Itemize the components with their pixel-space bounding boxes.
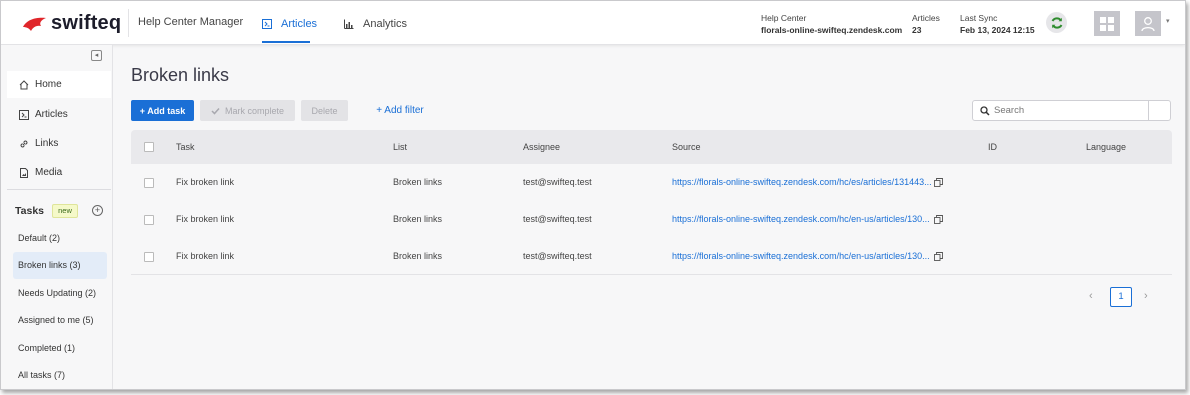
articles-count-label: Articles: [912, 13, 940, 23]
sync-icon: [1051, 16, 1062, 29]
column-header-language[interactable]: Language: [1086, 130, 1126, 164]
add-filter-button[interactable]: + Add filter: [370, 100, 430, 121]
grid-icon: [1100, 16, 1114, 31]
caret-down-icon[interactable]: ▾: [1166, 17, 1170, 25]
sidebar-item-label: Links: [35, 138, 59, 149]
sidebar-item-articles[interactable]: Articles: [7, 101, 111, 128]
cell-source-link[interactable]: https://florals-online-swifteq.zendesk.c…: [672, 201, 930, 238]
sidebar-item-media[interactable]: Media: [7, 159, 111, 186]
copy-icon[interactable]: [934, 252, 943, 261]
task-list-completed[interactable]: Completed (1): [13, 335, 107, 362]
brand-name: swifteq: [51, 12, 122, 34]
column-header-list[interactable]: List: [393, 130, 407, 164]
cell-source-link[interactable]: https://florals-online-swifteq.zendesk.c…: [672, 164, 932, 201]
user-menu-button[interactable]: [1135, 11, 1161, 36]
column-header-assignee[interactable]: Assignee: [523, 130, 560, 164]
task-list-all-tasks[interactable]: All tasks (7): [13, 362, 107, 389]
cell-task: Fix broken link: [176, 177, 235, 187]
last-sync-info: Last Sync Feb 13, 2024 12:15: [960, 12, 1035, 36]
bar-chart-icon: [344, 19, 354, 29]
last-sync-label: Last Sync: [960, 13, 998, 23]
cell-assignee: test@swifteq.test: [523, 214, 592, 224]
last-sync-value: Feb 13, 2024 12:15: [960, 25, 1035, 35]
task-list-default[interactable]: Default (2): [13, 225, 107, 252]
row-checkbox[interactable]: [144, 215, 154, 225]
sidebar-divider: [7, 189, 111, 190]
check-icon: [211, 107, 220, 115]
cell-assignee: test@swifteq.test: [523, 177, 592, 187]
link-icon: [20, 140, 28, 147]
tab-analytics-label: Analytics: [363, 18, 408, 30]
cell-list: Broken links: [393, 251, 443, 261]
copy-icon[interactable]: [934, 178, 943, 187]
article-icon: [19, 109, 29, 120]
sidebar-item-label: Home: [35, 79, 62, 90]
home-icon: [19, 79, 29, 89]
cell-list: Broken links: [393, 177, 443, 187]
new-badge: new: [52, 204, 78, 218]
search-input[interactable]: [994, 105, 1144, 116]
brand-logo[interactable]: swifteq: [21, 12, 121, 35]
apps-grid-button[interactable]: [1094, 11, 1120, 36]
sidebar: ◂ Home Articles Links Media Tasks new + …: [1, 45, 113, 389]
cell-list: Broken links: [393, 214, 443, 224]
tab-articles[interactable]: Articles: [262, 18, 317, 30]
app-window: swifteq Help Center Manager Articles Ana…: [0, 0, 1186, 390]
sync-button[interactable]: [1046, 12, 1067, 33]
articles-count-value: 23: [912, 25, 922, 35]
add-task-list-icon[interactable]: +: [92, 205, 103, 216]
select-all-checkbox[interactable]: [144, 142, 154, 152]
sidebar-item-label: Articles: [35, 109, 68, 120]
row-checkbox[interactable]: [144, 252, 154, 262]
user-icon: [1141, 16, 1155, 31]
tab-articles-label: Articles: [281, 18, 318, 30]
article-icon: [262, 19, 272, 29]
column-header-id[interactable]: ID: [988, 130, 997, 164]
cell-source-link[interactable]: https://florals-online-swifteq.zendesk.c…: [672, 238, 930, 275]
copy-icon[interactable]: [934, 215, 943, 224]
tab-analytics[interactable]: Analytics: [344, 18, 407, 30]
header-divider: [128, 9, 129, 37]
row-checkbox[interactable]: [144, 178, 154, 188]
main-content: Broken links + Add task Mark complete De…: [114, 46, 1185, 389]
help-center-info: Help Center florals-online-swifteq.zende…: [761, 12, 902, 36]
cell-assignee: test@swifteq.test: [523, 251, 592, 261]
cell-task: Fix broken link: [176, 251, 235, 261]
collapse-sidebar-icon[interactable]: ◂: [91, 50, 102, 61]
tasks-table: Task List Assignee Source ID Language Fi…: [131, 130, 1172, 275]
tasks-heading: Tasks: [15, 205, 44, 217]
search-addon[interactable]: [1148, 101, 1170, 120]
help-center-label: Help Center: [761, 13, 807, 23]
articles-count-info: Articles 23: [912, 12, 940, 36]
task-list-assigned-to-me[interactable]: Assigned to me (5): [13, 307, 107, 334]
media-icon: [20, 167, 28, 178]
task-list-broken-links[interactable]: Broken links (3): [13, 252, 107, 279]
table-row[interactable]: Fix broken link Broken links test@swifte…: [131, 238, 1172, 275]
top-bar: swifteq Help Center Manager Articles Ana…: [1, 1, 1185, 45]
table-header: Task List Assignee Source ID Language: [131, 130, 1172, 164]
column-header-source[interactable]: Source: [672, 130, 701, 164]
swifteq-logo-icon: [23, 17, 46, 31]
help-center-value: florals-online-swifteq.zendesk.com: [761, 25, 903, 35]
pagination-page-1[interactable]: 1: [1110, 287, 1132, 307]
delete-button[interactable]: Delete: [301, 100, 348, 121]
task-list-needs-updating[interactable]: Needs Updating (2): [13, 280, 107, 307]
pagination-next-button[interactable]: ›: [1144, 290, 1148, 302]
active-tab-indicator: [262, 41, 310, 43]
column-header-task[interactable]: Task: [176, 130, 195, 164]
table-row[interactable]: Fix broken link Broken links test@swifte…: [131, 164, 1172, 201]
sidebar-item-links[interactable]: Links: [7, 130, 111, 157]
page-title: Broken links: [131, 65, 230, 85]
search-icon: [980, 105, 990, 116]
mark-complete-label: Mark complete: [224, 105, 285, 116]
sidebar-item-label: Media: [35, 167, 63, 178]
pagination-prev-button[interactable]: ‹: [1089, 290, 1093, 302]
add-task-button[interactable]: + Add task: [131, 100, 194, 121]
cell-task: Fix broken link: [176, 214, 235, 224]
app-name: Help Center Manager: [138, 16, 244, 28]
mark-complete-button[interactable]: Mark complete: [200, 100, 295, 121]
sidebar-item-home[interactable]: Home: [7, 71, 111, 98]
table-row[interactable]: Fix broken link Broken links test@swifte…: [131, 201, 1172, 238]
search-box: [972, 100, 1171, 121]
